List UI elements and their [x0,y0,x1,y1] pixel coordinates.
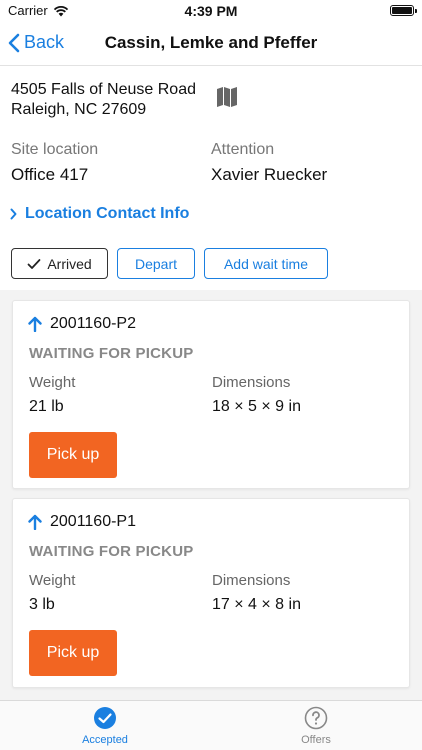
arrow-up-icon [28,514,42,530]
package-card: 2001160-P1 WAITING FOR PICKUP Weight 3 l… [12,498,410,688]
tab-accepted[interactable]: Accepted [45,706,165,746]
tab-offers-label: Offers [301,734,331,746]
package-weight: Weight 3 lb [29,572,75,614]
tab-offers[interactable]: Offers [256,706,376,746]
arrived-label: Arrived [47,255,92,272]
attention: Attention Xavier Ruecker [211,141,327,185]
package-status: WAITING FOR PICKUP [29,543,194,560]
status-bar: Carrier 4:39 PM [0,0,422,22]
attention-label: Attention [211,141,275,158]
address-line-2: Raleigh, NC 27609 [11,101,147,118]
question-circle-icon [304,706,328,730]
package-card: 2001160-P2 WAITING FOR PICKUP Weight 21 … [12,300,410,489]
package-header: 2001160-P2 [28,315,136,333]
package-dimensions: Dimensions 18 × 5 × 9 in [212,374,301,416]
dimensions-label: Dimensions [212,374,291,391]
page-title: Cassin, Lemke and Pfeffer [104,33,318,52]
location-contact-info-link[interactable]: Location Contact Info [10,205,189,223]
weight-label: Weight [29,572,76,589]
package-status: WAITING FOR PICKUP [29,345,194,362]
depart-button[interactable]: Depart [117,248,195,279]
location-contact-info-label: Location Contact Info [25,205,190,222]
weight-value: 21 lb [29,398,64,415]
add-wait-time-label: Add wait time [223,255,309,272]
site-location: Site location Office 417 [11,141,98,185]
add-wait-time-button[interactable]: Add wait time [204,248,328,279]
attention-value: Xavier Ruecker [211,165,328,184]
site-location-label: Site location [11,141,99,158]
dimensions-label: Dimensions [212,572,291,589]
navigation-bar: Back Cassin, Lemke and Pfeffer [0,22,422,66]
dimensions-value: 18 × 5 × 9 in [212,398,301,415]
package-weight: Weight 21 lb [29,374,75,416]
depart-label: Depart [134,255,178,272]
package-list: 2001160-P2 WAITING FOR PICKUP Weight 21 … [0,290,422,700]
address: 4505 Falls of Neuse Road Raleigh, NC 276… [11,80,196,120]
package-id: 2001160-P1 [50,513,136,530]
dimensions-value: 17 × 4 × 8 in [212,596,301,613]
address-line-1: 4505 Falls of Neuse Road [11,81,196,98]
package-id: 2001160-P2 [50,315,136,332]
tab-bar: Accepted Offers [0,700,422,750]
chevron-right-icon [10,208,17,220]
battery-icon [390,5,417,16]
tab-accepted-label: Accepted [82,734,128,746]
weight-label: Weight [29,374,76,391]
pick-up-button[interactable]: Pick up [29,432,117,478]
pick-up-button[interactable]: Pick up [29,630,117,676]
weight-value: 3 lb [29,596,55,613]
package-dimensions: Dimensions 17 × 4 × 8 in [212,572,301,614]
package-header: 2001160-P1 [28,513,136,531]
clock: 4:39 PM [184,3,238,19]
map-icon[interactable] [216,86,238,108]
check-circle-icon [94,707,116,729]
arrow-up-icon [28,316,42,332]
screen: Carrier 4:39 PM Back Cassin, Lemke and P… [0,0,422,750]
checkmark-icon [27,258,41,269]
site-location-value: Office 417 [11,165,89,184]
arrived-button[interactable]: Arrived [11,248,108,279]
